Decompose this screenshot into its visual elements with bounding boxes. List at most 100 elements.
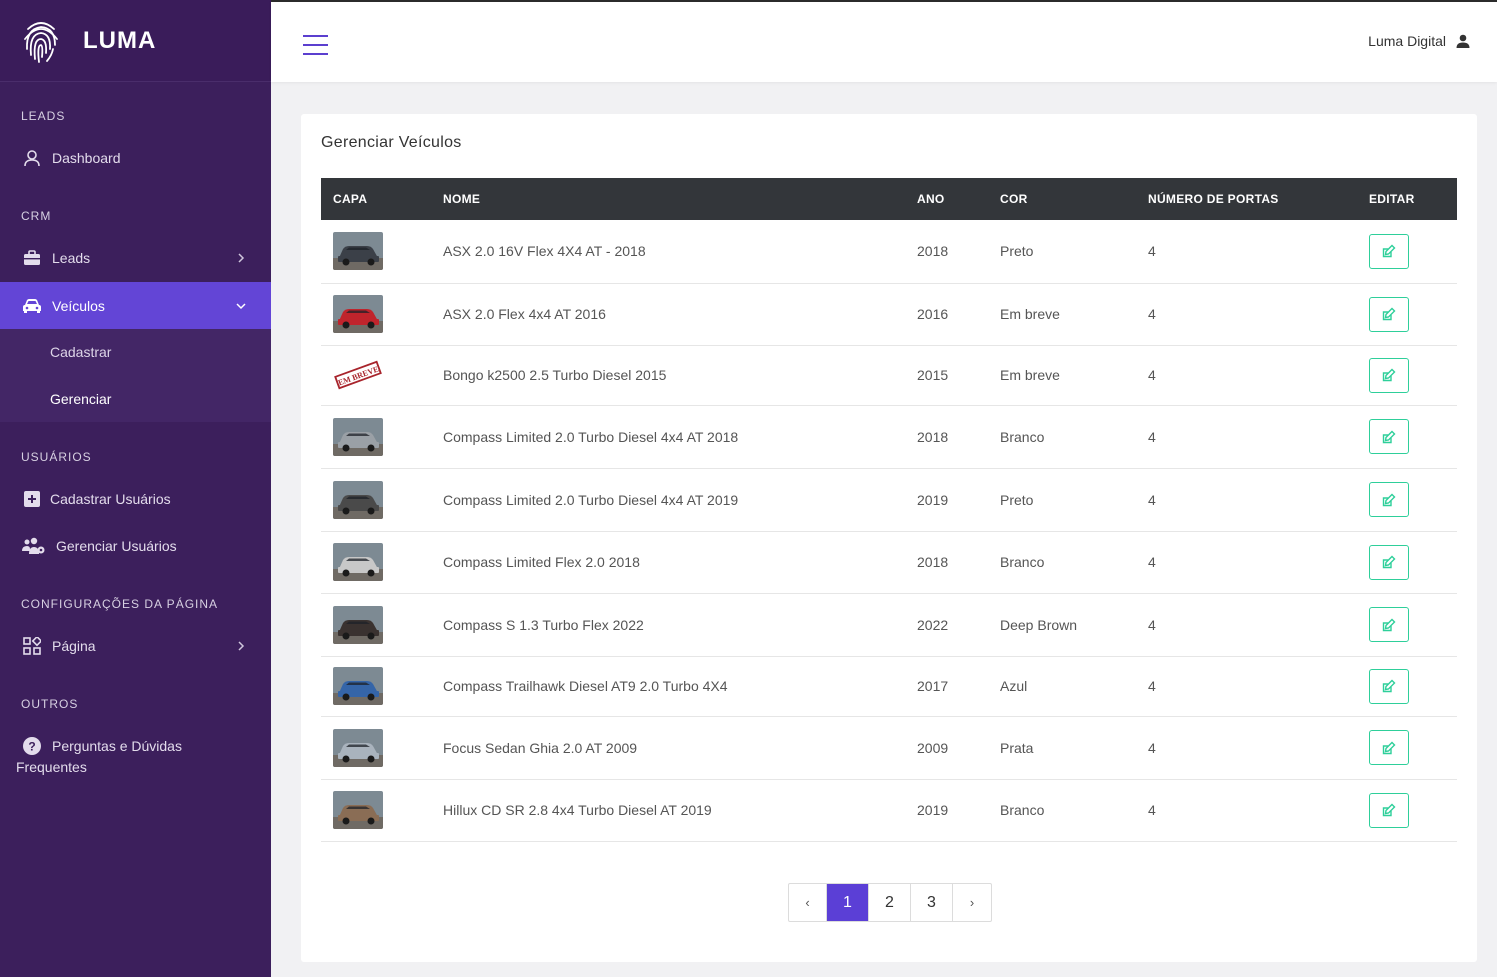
edit-button[interactable] [1369, 233, 1409, 269]
edit-button[interactable] [1369, 296, 1409, 332]
table-row: Compass S 1.3 Turbo Flex 2022 2022 Deep … [321, 593, 1457, 657]
sidebar-item-faq-line2[interactable]: Frequentes [0, 759, 271, 775]
column-header-editar: EDITAR [1369, 192, 1415, 206]
section-outros: OUTROS [21, 697, 79, 711]
cell-cor: Branco [988, 531, 1136, 594]
sidebar-item-faq[interactable]: ? Perguntas e Dúvidas [0, 734, 271, 758]
cell-ano: 2019 [905, 779, 988, 842]
sidebar-item-veiculos[interactable]: Veículos [0, 282, 271, 329]
page-title: Gerenciar Veículos [321, 134, 462, 151]
cell-cor: Em breve [988, 283, 1136, 346]
sidebar-item-dashboard[interactable]: Dashboard [0, 146, 271, 170]
user-icon [22, 148, 42, 168]
cell-ano: 2015 [905, 345, 988, 406]
chevron-right-icon [238, 253, 245, 263]
cell-capa [321, 716, 431, 780]
edit-button[interactable] [1369, 668, 1409, 704]
cell-cor: Branco [988, 405, 1136, 469]
column-header-cor: COR [1000, 192, 1028, 206]
table-row: Compass Limited Flex 2.0 2018 2018 Branc… [321, 531, 1457, 594]
cell-capa [321, 220, 431, 284]
cell-editar [1357, 220, 1457, 284]
table-row: Compass Limited 2.0 Turbo Diesel 4x4 AT … [321, 405, 1457, 469]
cell-ano: 2017 [905, 656, 988, 717]
car-icon [22, 296, 42, 316]
user-icon [1456, 34, 1470, 48]
cell-capa [321, 779, 431, 842]
submenu-item-gerenciar[interactable]: Gerenciar [0, 391, 271, 407]
sidebar-item-leads[interactable]: Leads [0, 246, 271, 270]
cell-editar [1357, 656, 1457, 717]
pagination-page-1[interactable]: 1 [827, 884, 869, 921]
cell-editar [1357, 283, 1457, 346]
table-row: ASX 2.0 16V Flex 4X4 AT - 2018 2018 Pret… [321, 220, 1457, 284]
topbar: Luma Digital [271, 0, 1497, 82]
pagination-next-button[interactable]: › [953, 884, 991, 921]
cell-cor: Azul [988, 656, 1136, 717]
edit-icon [1382, 430, 1396, 443]
edit-button[interactable] [1369, 544, 1409, 580]
sidebar-item-pagina[interactable]: Página [0, 634, 271, 658]
edit-button[interactable] [1369, 419, 1409, 454]
question-circle-icon: ? [22, 736, 42, 756]
cell-portas: 4 [1136, 531, 1357, 594]
vehicle-thumbnail [333, 605, 383, 644]
edit-button[interactable] [1369, 482, 1409, 517]
edit-icon [1382, 307, 1396, 321]
cell-editar [1357, 345, 1457, 406]
cell-ano: 2018 [905, 531, 988, 594]
cell-editar [1357, 779, 1457, 842]
column-header-portas: NÚMERO DE PORTAS [1148, 192, 1279, 206]
edit-button[interactable] [1369, 357, 1409, 393]
user-menu[interactable]: Luma Digital [1368, 33, 1470, 49]
vehicle-thumbnail [333, 295, 383, 333]
grid-icon [22, 636, 42, 656]
brand[interactable]: LUMA [0, 0, 271, 82]
column-header-nome: NOME [443, 192, 481, 206]
svg-text:?: ? [28, 740, 35, 754]
vehicles-table: CAPA NOME ANO COR NÚMERO DE PORTAS EDITA… [321, 178, 1457, 842]
cell-portas: 4 [1136, 283, 1357, 346]
cell-editar [1357, 531, 1457, 594]
menu-toggle-icon[interactable] [303, 35, 328, 55]
table-row: Compass Trailhawk Diesel AT9 2.0 Turbo 4… [321, 656, 1457, 717]
edit-button[interactable] [1369, 730, 1409, 765]
sidebar-item-label: Cadastrar Usuários [50, 491, 171, 507]
cell-editar [1357, 468, 1457, 532]
cell-nome: Compass Limited Flex 2.0 2018 [431, 531, 905, 594]
cell-portas: 4 [1136, 656, 1357, 717]
cell-capa [321, 531, 431, 594]
cell-ano: 2019 [905, 468, 988, 532]
edit-button[interactable] [1369, 792, 1409, 828]
vehicles-card: Gerenciar Veículos CAPA NOME ANO COR NÚM… [301, 114, 1477, 962]
cell-editar [1357, 593, 1457, 657]
cell-portas: 4 [1136, 405, 1357, 469]
cell-ano: 2016 [905, 283, 988, 346]
cell-ano: 2009 [905, 716, 988, 780]
table-row: ASX 2.0 Flex 4x4 AT 2016 2016 Em breve 4 [321, 283, 1457, 346]
fingerprint-logo-icon [24, 21, 58, 63]
pagination-prev-button[interactable]: ‹ [789, 884, 827, 921]
sidebar-item-label: Veículos [52, 297, 105, 314]
sidebar-item-cadastrar-usuarios[interactable]: Cadastrar Usuários [0, 487, 271, 511]
chevron-down-icon [236, 302, 246, 309]
pagination: ‹ 1 2 3 › [788, 883, 992, 922]
section-crm: CRM [21, 209, 52, 223]
cell-nome: Compass Limited 2.0 Turbo Diesel 4x4 AT … [431, 468, 905, 532]
edit-button[interactable] [1369, 607, 1409, 642]
users-cog-icon [22, 536, 46, 556]
submenu-veiculos [0, 329, 271, 422]
submenu-item-cadastrar[interactable]: Cadastrar [0, 344, 271, 360]
sidebar-item-label: Gerenciar Usuários [56, 538, 177, 554]
cell-cor: Branco [988, 779, 1136, 842]
pagination-page-2[interactable]: 2 [869, 884, 911, 921]
table-row: Focus Sedan Ghia 2.0 AT 2009 2009 Prata … [321, 716, 1457, 780]
sidebar-item-gerenciar-usuarios[interactable]: Gerenciar Usuários [0, 534, 271, 558]
cell-cor: Em breve [988, 345, 1136, 406]
section-config: CONFIGURAÇÕES DA PÁGINA [21, 597, 219, 611]
cell-nome: Compass Trailhawk Diesel AT9 2.0 Turbo 4… [431, 656, 905, 717]
cell-ano: 2018 [905, 405, 988, 469]
table-header-row: CAPA NOME ANO COR NÚMERO DE PORTAS EDITA… [321, 178, 1457, 220]
pagination-page-3[interactable]: 3 [911, 884, 953, 921]
table-row: Compass Limited 2.0 Turbo Diesel 4x4 AT … [321, 468, 1457, 532]
